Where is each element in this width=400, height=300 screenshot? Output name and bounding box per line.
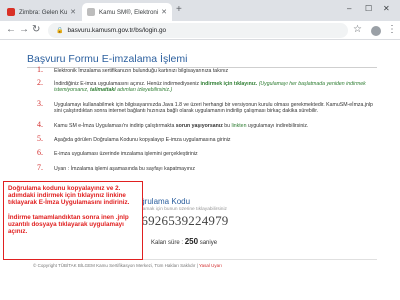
tab-label: Zimbra: Gelen Kutusu (234) — [19, 8, 68, 16]
step-text: Aşağıda görülen Doğrulama Kodunu kopyala… — [54, 137, 231, 144]
tab-zimbra[interactable]: Zimbra: Gelen Kutusu (234) ✕ — [2, 3, 81, 21]
step-text: İndirdiğiniz E-imza uygulamasını açınız.… — [54, 81, 201, 88]
step-number: 1. — [37, 65, 43, 74]
step-number: 6. — [37, 148, 43, 158]
instructions-link[interactable]: talimattaki — [90, 87, 116, 93]
step-text: Uygulamayı kullanabilmek için bilgisayar… — [54, 101, 373, 114]
step-text: Kamu SM e-İmza Uygulaması'nı indirip çal… — [54, 123, 176, 130]
forward-icon[interactable]: → — [19, 24, 29, 35]
legal-notice-link[interactable]: Yasal Uyarı — [199, 263, 222, 268]
back-icon[interactable]: ← — [6, 24, 16, 35]
kamusm-favicon-icon — [87, 8, 95, 16]
step-item: 3. Uygulamayı kullanabilmek için bilgisa… — [37, 98, 382, 114]
step-number: 7. — [37, 162, 43, 172]
close-icon[interactable]: ✕ — [70, 8, 76, 16]
step-text: Uyarı : İmzalama işlemi aşamasında bu sa… — [54, 165, 195, 172]
step-item: 4. Kamu SM e-İmza Uygulaması'nı indirip … — [37, 120, 382, 130]
page-title: Başvuru Formu E-imzalama İşlemi — [27, 53, 188, 65]
timer-value: 250 — [184, 237, 199, 246]
window-close-button[interactable]: ✕ — [383, 4, 390, 13]
step-text: Elektronik İmzalama sertifikanızın bulun… — [54, 68, 229, 74]
download-link[interactable]: indirmek için tıklayınız. — [200, 81, 257, 87]
reload-icon[interactable]: ↻ — [32, 24, 40, 35]
profile-avatar-icon[interactable] — [371, 26, 381, 36]
menu-kebab-icon[interactable]: ⋮ — [387, 24, 397, 35]
callout-paragraph-1: Doğrulama kodunu kopyalayınız ve 2. adım… — [8, 185, 130, 207]
step-list: 1. Elektronik İmzalama sertifikanızın bu… — [37, 65, 382, 172]
step-number: 5. — [37, 134, 43, 144]
address-bar[interactable]: 🔒 basvuru.kamusm.gov.tr/bs/login.go — [48, 23, 348, 38]
step-item: 7. Uyarı : İmzalama işlemi aşamasında bu… — [37, 162, 382, 172]
footer: © Copyright TÜBİTAK BİLGEM Kamu Sertifik… — [33, 263, 222, 268]
timer-unit: saniye — [198, 240, 218, 246]
step-item: 6. E-imza uygulaması üzerinde imzalama i… — [37, 148, 382, 158]
callout-paragraph-2: İndirme tamamlandıktan sonra inen .jnlp … — [8, 213, 129, 236]
instruction-callout: Doğrulama kodunu kopyalayınız ve 2. adım… — [3, 181, 143, 260]
verification-code[interactable]: 376926539224979 — [128, 213, 229, 229]
alternate-download-link[interactable]: linkten — [231, 123, 246, 129]
url-text: basvuru.kamusm.gov.tr/bs/login.go — [67, 27, 167, 34]
copyright-text: © Copyright TÜBİTAK BİLGEM Kamu Sertifik… — [33, 263, 199, 268]
tab-label: Kamu SM®, Elektronik Sertifika — [99, 8, 158, 16]
step-item: 5. Aşağıda görülen Doğrulama Kodunu kopy… — [37, 134, 382, 144]
step-text: E-imza uygulaması üzerinde imzalama işle… — [54, 151, 198, 158]
step-item: 2. İndirdiğiniz E-imza uygulamasını açın… — [37, 78, 382, 94]
new-tab-button[interactable]: + — [176, 4, 182, 15]
close-icon[interactable]: ✕ — [161, 8, 167, 16]
step-number: 2. — [37, 78, 43, 88]
step-number: 3. — [37, 98, 43, 108]
step-note-end: adımları izleyebilirsiniz.) — [115, 87, 173, 94]
step-item: 1. Elektronik İmzalama sertifikanızın bu… — [37, 65, 382, 74]
bookmark-star-icon[interactable]: ☆ — [353, 24, 362, 35]
browser-toolbar: ← → ↻ 🔒 basvuru.kamusm.gov.tr/bs/login.g… — [0, 21, 400, 40]
timer-label: Kalan süre : — [151, 240, 185, 246]
lock-icon: 🔒 — [56, 28, 64, 34]
maximize-button[interactable]: ☐ — [365, 4, 372, 13]
countdown-timer: Kalan süre : 250 saniye — [151, 237, 217, 246]
minimize-button[interactable]: – — [347, 4, 351, 13]
step-text-end: uygulamayı indirebilirsiniz. — [246, 123, 309, 130]
step-emphasis: sorun yaşıyorsanız — [175, 123, 223, 130]
tab-kamusm[interactable]: Kamu SM®, Elektronik Sertifika ✕ — [82, 3, 172, 21]
step-number: 4. — [37, 120, 43, 130]
zimbra-favicon-icon — [7, 8, 15, 16]
browser-titlebar: Zimbra: Gelen Kutusu (234) ✕ Kamu SM®, E… — [0, 0, 400, 21]
